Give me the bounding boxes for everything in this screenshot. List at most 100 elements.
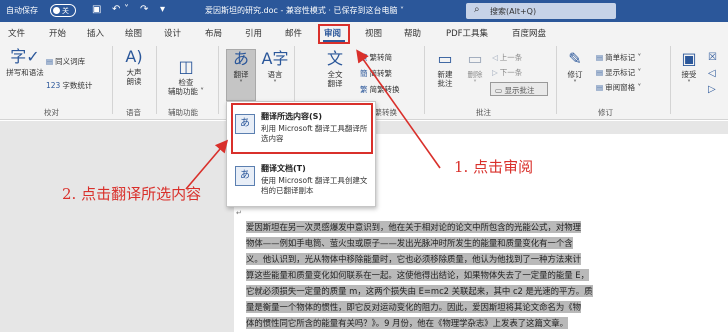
wordcount-icon: 123 (46, 81, 61, 90)
document-line[interactable]: 义。他认识到，光从物体中移除能量时，它也必须移除质量，他认为他找到了一种方法来计 (246, 253, 581, 265)
group-separator (156, 46, 157, 114)
check-accessibility-button[interactable]: ◫ 检查 辅助功能 ˅ (160, 58, 212, 97)
tab-mailings[interactable]: 邮件 (285, 27, 302, 39)
paragraph-mark: ↵ (236, 209, 242, 217)
simp-to-trad-icon: 簡 (360, 69, 368, 78)
reviewing-pane-label: 审阅窗格 (605, 83, 636, 92)
group-comments-label: 批注 (476, 108, 491, 117)
read-aloud-label-2: 朗读 (126, 77, 142, 86)
translate-document-title: 翻译文档(T) (261, 164, 306, 173)
show-markup-icon: ▤ (596, 68, 604, 77)
group-proofing-label: 校对 (44, 108, 59, 117)
wordcount-button[interactable]: 123 字数统计 (46, 80, 92, 91)
search-icon: ⌕ (474, 4, 480, 15)
show-markup-label: 显示标记 (605, 68, 636, 77)
trad-to-simp-icon: 繁 (360, 53, 368, 62)
spelling-icon: 字✓ (10, 47, 40, 66)
tab-view[interactable]: 视图 (365, 27, 382, 39)
autosave-toggle[interactable]: 关 (50, 4, 76, 17)
document-line[interactable]: 量是衡量一个物体的惯性，即它反对运动变化的阻力。因此，爱因斯坦将其论文命名为《物 (246, 301, 581, 313)
save-icon[interactable]: ▣ (92, 4, 101, 16)
show-markup-button[interactable]: ▤ 显示标记 ˅ (596, 67, 641, 78)
tab-home[interactable]: 开始 (49, 27, 66, 39)
language-label: 语言 (267, 70, 283, 79)
reject-icon[interactable]: ☒ (708, 52, 717, 63)
next-comment-button[interactable]: ▷ 下一条 (492, 67, 522, 78)
translate-chevron-icon: ˅ (239, 79, 243, 88)
previous-comment-icon: ◁ (492, 53, 498, 62)
delete-comment-label: 删除 (467, 70, 483, 79)
previous-comment-button[interactable]: ◁ 上一条 (492, 52, 522, 63)
tab-design[interactable]: 设计 (164, 27, 181, 39)
tab-pdf-tools[interactable]: PDF工具集 (446, 27, 488, 39)
convert-button[interactable]: 繁简繁转换 (360, 84, 400, 95)
tab-help[interactable]: 帮助 (404, 27, 421, 39)
document-line[interactable]: 物体——例如手电筒、萤火虫或原子——发出光脉冲时所发生的能量和质量变化有一个含 (246, 237, 573, 249)
document-line[interactable]: 算这些能量和质量变化如何联系在一起。这使他得出结论，如果物体失去了一定量的能量 … (246, 269, 589, 281)
language-icon: A字 (261, 49, 289, 68)
track-changes-button[interactable]: ✎ 修订 ˅ (562, 49, 588, 89)
tab-insert[interactable]: 插入 (87, 27, 104, 39)
full-translate-button[interactable]: 文 全文 翻译 (318, 49, 352, 89)
undo-icon[interactable]: ↶ (112, 4, 120, 16)
tab-layout[interactable]: 布局 (205, 27, 222, 39)
accept-button[interactable]: ▣ 接受 ˅ (676, 50, 702, 89)
redo-icon[interactable]: ↷ (140, 4, 148, 16)
convert-icon: 繁 (360, 85, 368, 94)
new-comment-icon: ▭ (437, 49, 453, 68)
simp-to-trad-button[interactable]: 簡简转繁 (360, 68, 392, 79)
group-separator (670, 46, 671, 114)
group-separator (424, 46, 425, 114)
toggle-knob (53, 7, 60, 14)
track-changes-icon: ✎ (568, 49, 582, 68)
review-tab-highlight (318, 24, 350, 44)
document-line[interactable]: 爱因斯坦在另一次灵感爆发中意识到，他在关于相对论的论文中所包含的光能公式，对物理 (246, 221, 581, 233)
simple-markup-label: 简单标记 (605, 53, 636, 62)
translate-document-icon: あ (235, 166, 255, 186)
full-translate-icon: 文 (326, 49, 343, 68)
new-comment-button[interactable]: ▭ 新建 批注 (430, 49, 460, 89)
group-speech-label: 语音 (126, 108, 141, 117)
trad-to-simp-label: 繁转简 (369, 53, 393, 62)
document-title[interactable]: 爱因斯坦的研究.doc - 兼容性模式 · 已保存到这台电脑 ˅ (205, 5, 404, 16)
delete-chevron-icon: ˅ (473, 79, 477, 88)
group-separator (556, 46, 557, 114)
tab-references[interactable]: 引用 (245, 27, 262, 39)
check-label-1: 检查 (178, 78, 194, 87)
trad-to-simp-button[interactable]: 繁繁转简 (360, 52, 392, 63)
delete-comment-button[interactable]: ▭ 删除 ˅ (462, 49, 488, 89)
undo-dropdown-icon[interactable]: ˅ (124, 4, 129, 16)
search-box[interactable]: ⌕ 搜索(Alt+Q) (466, 3, 616, 19)
translate-document-desc: 使用 Microsoft 翻译工具创建文档的已翻译副本 (261, 176, 368, 195)
group-separator (112, 46, 113, 114)
thesaurus-button[interactable]: ▤ 同义词库 (46, 56, 85, 67)
translate-label: 翻译 (233, 70, 249, 79)
simple-markup-select[interactable]: ▤ 简单标记 ˅ (596, 52, 641, 63)
customize-toolbar-icon[interactable]: ▾ (160, 4, 165, 16)
accept-chevron-icon: ˅ (687, 79, 691, 88)
new-comment-label-2: 批注 (437, 79, 453, 88)
delete-comment-icon: ▭ (467, 49, 483, 68)
show-comments-label: 显示批注 (504, 86, 535, 95)
track-changes-label: 修订 (567, 70, 583, 79)
language-button[interactable]: A字 语言 ˅ (260, 49, 290, 89)
language-chevron-icon: ˅ (273, 79, 277, 88)
translate-button[interactable]: あ 翻译 ˅ (226, 49, 256, 89)
document-line[interactable]: 体的惯性同它所含的能量有关吗？》。9 月份，他在《物理学杂志》上发表了这篇文章。 (246, 317, 569, 329)
annotation-step-1: 1. 点击审阅 (454, 158, 534, 176)
translate-document-item[interactable]: あ 翻译文档(T) 使用 Microsoft 翻译工具创建文档的已翻译副本 (231, 158, 371, 202)
tab-baidu-netdisk[interactable]: 百度网盘 (512, 27, 546, 39)
document-line[interactable]: 它就必须损失一定量的质量 m，这两个损失由 E=mc2 关联起来，其中 c2 是… (246, 285, 593, 297)
next-change-icon[interactable]: ▷ (708, 84, 716, 95)
reviewing-pane-icon: ▤ (596, 83, 604, 92)
read-aloud-button[interactable]: A) 大声 朗读 (118, 48, 150, 87)
tab-draw[interactable]: 绘图 (125, 27, 142, 39)
convert-label: 简繁转换 (369, 85, 400, 94)
tab-file[interactable]: 文件 (8, 27, 25, 39)
show-comments-button[interactable]: ▭ 显示批注 (490, 82, 548, 96)
previous-change-icon[interactable]: ◁ (708, 68, 716, 79)
annotation-step-2: 2. 点击翻译所选内容 (62, 185, 202, 203)
reviewing-pane-button[interactable]: ▤ 审阅窗格 ˅ (596, 82, 641, 93)
translate-icon: あ (232, 49, 249, 68)
spelling-button[interactable]: 字✓ 拼写和语法 (6, 47, 44, 78)
